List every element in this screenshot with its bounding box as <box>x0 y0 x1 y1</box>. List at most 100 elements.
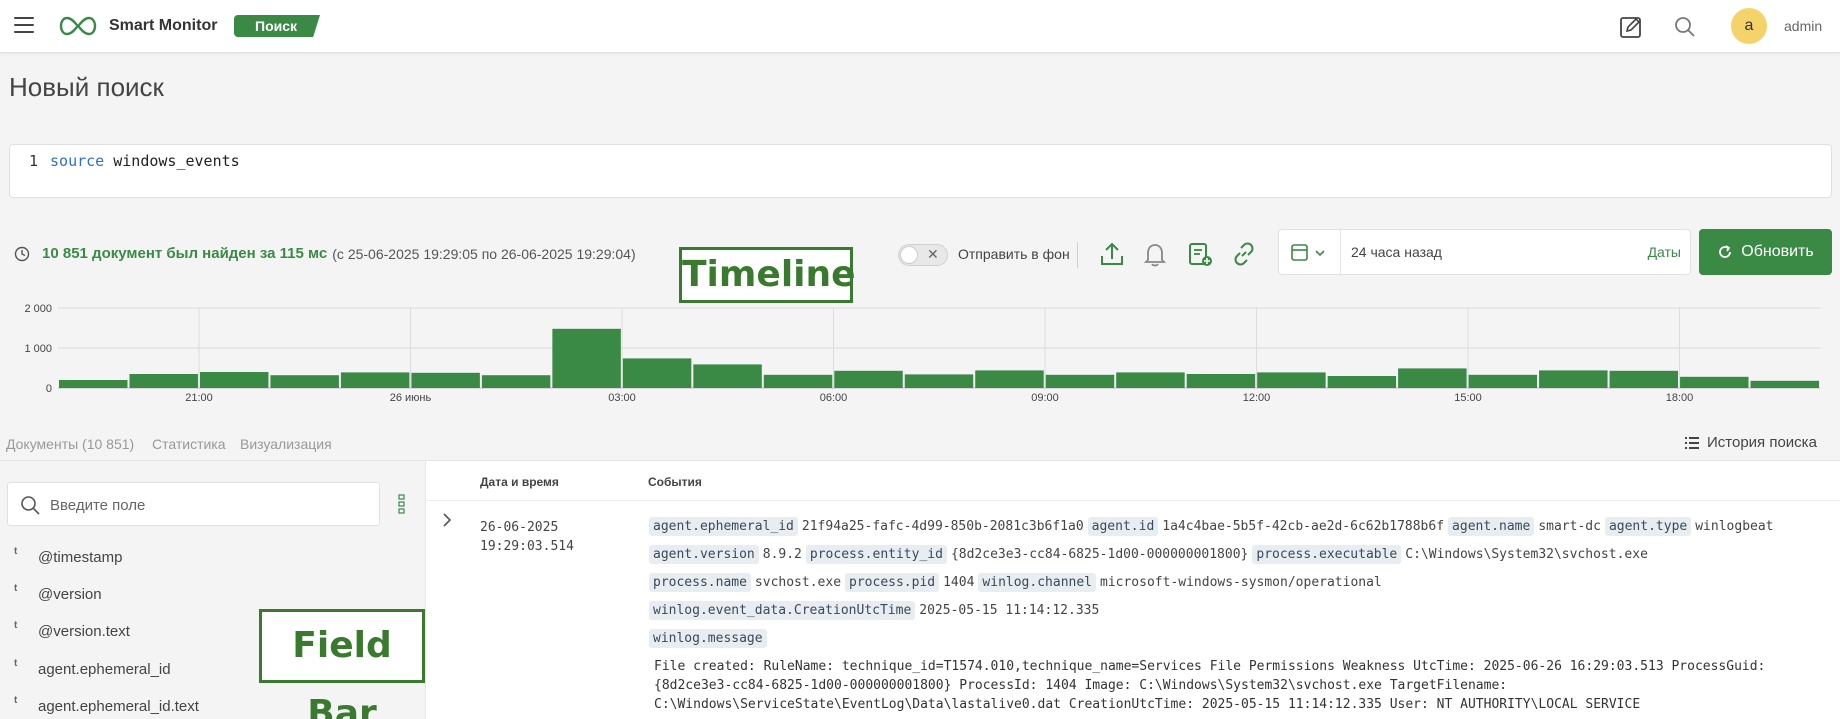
x-tick-label: 09:00 <box>1031 392 1059 404</box>
timeline-bar[interactable] <box>552 328 621 388</box>
column-header-date[interactable]: Дата и время <box>480 475 559 489</box>
field-value: winlogbeat <box>1695 519 1774 534</box>
field-tag[interactable]: process.entity_id <box>805 545 947 564</box>
background-label: Отправить в фон <box>958 246 1070 262</box>
background-toggle[interactable]: ✕ <box>898 244 948 266</box>
query-line[interactable]: 1 source windows_events <box>29 152 240 170</box>
timeline-bar[interactable] <box>340 372 410 388</box>
brand-name: Smart Monitor <box>109 17 218 34</box>
result-count: 10 851 документ был найден за 115 мс <box>42 245 328 262</box>
field-name: agent.ephemeral_id.text <box>38 698 199 715</box>
timeline-bar[interactable] <box>1750 380 1819 388</box>
timeline-bar[interactable] <box>1257 372 1326 388</box>
timeline-bar[interactable] <box>481 375 551 388</box>
field-tag[interactable]: winlog.message <box>649 629 767 648</box>
field-options-icon[interactable] <box>397 493 407 515</box>
field-tag[interactable]: agent.ephemeral_id <box>649 517 798 536</box>
field-tag[interactable]: agent.version <box>649 545 759 564</box>
query-editor[interactable] <box>9 144 1832 198</box>
tab-visualization[interactable]: Визуализация <box>240 436 332 452</box>
event-message: File created: RuleName: technique_id=T15… <box>654 659 1766 712</box>
timeline-bar[interactable] <box>1539 370 1608 388</box>
field-item[interactable]: t @timestamp <box>0 545 420 575</box>
add-report-icon[interactable] <box>1186 240 1214 268</box>
timeline-bar[interactable] <box>975 370 1044 388</box>
export-icon[interactable] <box>1098 240 1126 268</box>
timeline-bar[interactable] <box>129 374 198 388</box>
timeline-chart[interactable]: 2 000 1 000 0 21:00 26 июнь 03:00 06:00 09:00 12… <box>0 295 1840 405</box>
field-tag[interactable]: winlog.event_data.CreationUtcTime <box>649 601 916 620</box>
field-name: @version <box>38 586 102 603</box>
field-value: svchost.exe <box>754 575 842 590</box>
refresh-icon <box>1719 245 1732 258</box>
field-tag[interactable]: agent.type <box>1604 517 1692 536</box>
field-bar-annotation: Field Bar <box>259 609 425 719</box>
date-range-picker[interactable]: 24 часа назад Даты <box>1278 229 1691 275</box>
search-icon <box>21 496 40 515</box>
avatar[interactable]: a <box>1731 8 1767 44</box>
field-type-label: t <box>14 620 18 631</box>
top-bar: Smart Monitor Поиск a admin <box>0 0 1840 53</box>
search-history-button[interactable]: История поиска <box>1685 434 1817 451</box>
field-value: 21f94a25-fafc-4d99-850b-2081c3b6f1a0 <box>801 519 1084 534</box>
y-tick-label: 0 <box>46 383 52 395</box>
timeline-bar[interactable] <box>622 358 692 388</box>
field-value: 8.9.2 <box>762 547 802 562</box>
x-tick-label: 12:00 <box>1243 392 1271 404</box>
field-tag[interactable]: agent.id <box>1087 517 1159 536</box>
toggle-knob <box>900 246 918 264</box>
refresh-button[interactable]: Обновить <box>1699 229 1832 275</box>
field-type-label: t <box>14 695 18 706</box>
column-header-events[interactable]: События <box>648 475 702 489</box>
menu-icon[interactable] <box>14 17 34 33</box>
timeline-bar[interactable] <box>411 372 480 388</box>
clock-icon <box>14 246 30 261</box>
chevron-right-icon[interactable] <box>440 512 454 528</box>
field-search-input[interactable] <box>50 494 370 516</box>
query-index: windows_events <box>113 152 240 170</box>
timeline-bar[interactable] <box>1327 376 1397 388</box>
timeline-bar[interactable] <box>270 375 339 388</box>
timeline-bar[interactable] <box>1045 374 1115 388</box>
field-name: agent.ephemeral_id <box>38 661 171 678</box>
search-mode-badge[interactable]: Поиск <box>234 15 320 37</box>
header-divider <box>426 500 1840 501</box>
timeline-bar[interactable] <box>1398 368 1467 388</box>
event-line-2: agent.version 8.9.2 process.entity_id {8d2c… <box>649 545 1652 564</box>
timeline-bar[interactable] <box>834 370 903 388</box>
field-item[interactable]: t @version <box>0 582 420 612</box>
divider <box>1077 242 1078 268</box>
tab-statistics[interactable]: Статистика <box>152 436 226 452</box>
edit-icon[interactable] <box>1618 14 1644 40</box>
date-range-value[interactable]: 24 часа назад <box>1351 244 1442 260</box>
search-icon[interactable] <box>1672 14 1698 40</box>
x-tick-label: 26 июнь <box>390 392 432 404</box>
infinity-logo-icon <box>59 16 97 36</box>
result-range: (с 25-06-2025 19:29:05 по 26-06-2025 19:… <box>332 245 636 262</box>
timeline-bar[interactable] <box>693 364 762 388</box>
username[interactable]: admin <box>1784 18 1822 34</box>
tab-documents[interactable]: Документы (10 851) <box>6 436 134 452</box>
calendar-icon[interactable] <box>1291 243 1331 263</box>
field-search[interactable] <box>7 482 380 526</box>
field-value: {8d2ce3e3-cc84-6825-1d00-000000001800} <box>950 547 1249 562</box>
field-tag[interactable]: process.executable <box>1252 545 1402 564</box>
link-icon[interactable] <box>1230 240 1258 268</box>
x-tick-label: 15:00 <box>1454 392 1482 404</box>
timeline-bar[interactable] <box>1186 374 1256 388</box>
field-tag[interactable]: process.name <box>649 573 751 592</box>
timeline-bar[interactable] <box>1609 370 1679 388</box>
timeline-bar[interactable] <box>1680 376 1749 388</box>
timeline-bar[interactable] <box>1468 374 1538 388</box>
field-tag[interactable]: agent.name <box>1448 517 1535 536</box>
dates-link[interactable]: Даты <box>1648 244 1681 260</box>
timeline-bar[interactable] <box>763 374 833 388</box>
field-tag[interactable]: winlog.channel <box>978 573 1096 592</box>
field-name: @version.text <box>38 623 130 640</box>
timeline-bar[interactable] <box>1116 372 1185 388</box>
timeline-bar[interactable] <box>59 380 128 388</box>
field-tag[interactable]: process.pid <box>845 573 940 592</box>
bell-icon[interactable] <box>1141 240 1169 268</box>
timeline-bar[interactable] <box>904 374 974 388</box>
timeline-bar[interactable] <box>199 372 269 388</box>
